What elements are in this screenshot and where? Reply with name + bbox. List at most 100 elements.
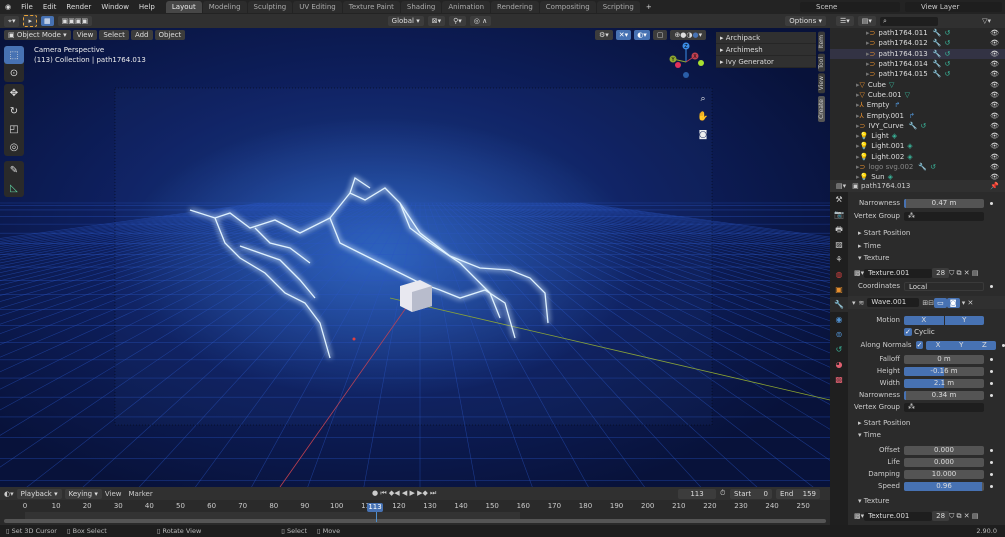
stopwatch-icon[interactable]: ⏱ [720, 489, 725, 498]
marker-menu[interactable]: Marker [129, 490, 153, 498]
current-frame-field[interactable]: 113 [678, 489, 716, 499]
keying-menu[interactable]: Keying ▾ [64, 488, 102, 499]
transform-orientation-dropdown[interactable]: Global ▾ [387, 16, 424, 26]
start-position-section[interactable]: ▸ Start Position [858, 229, 910, 237]
outliner-item[interactable]: ▸ ⊃ path1764.012 🔧 ↺ 👁 [830, 38, 1005, 48]
keyframe-dot[interactable] [990, 448, 993, 452]
visibility-eye-icon[interactable]: 👁 [990, 91, 999, 99]
outliner-item[interactable]: ▸ ⊃ IVY_Curve 🔧 ↺ 👁 [830, 121, 1005, 131]
camera-view-icon[interactable]: ◙ [697, 126, 709, 144]
select-mode-extend-icon[interactable]: ▣▣▣▣ [57, 16, 93, 26]
view-menu[interactable]: View [105, 490, 122, 498]
offset-field[interactable]: 0.000 [904, 445, 984, 455]
keyframe-dot[interactable] [990, 369, 993, 373]
gizmo-toggle-icon[interactable]: ✕▾ [615, 30, 632, 40]
modifier-tab-icon[interactable]: 🔧 [830, 297, 848, 312]
texture-section[interactable]: ▾ Texture [858, 497, 889, 505]
texture-actions[interactable]: ⛉ ⧉ ✕ ▤ [949, 512, 978, 521]
keyframe-dot[interactable] [990, 460, 993, 464]
scene-tab-icon[interactable]: ⚘ [830, 252, 848, 267]
visibility-eye-icon[interactable]: 👁 [990, 153, 999, 161]
material-tab-icon[interactable]: ◕ [830, 357, 848, 372]
texture-tab-icon[interactable]: ▩ [830, 372, 848, 387]
axis-z[interactable]: Z [973, 341, 996, 350]
width-field[interactable]: 2.1 m [904, 378, 984, 388]
playback-controls[interactable]: ● ⏮ ◆◀ ◀ ▶ ▶◆ ⏭ [372, 489, 436, 498]
vertex-group-field[interactable]: ⁂ [904, 211, 984, 221]
particles-tab-icon[interactable]: ◉ [830, 312, 848, 327]
outliner-item[interactable]: ▸ ⊃ path1764.013 🔧 ↺ 👁 [830, 48, 1005, 59]
texture-section[interactable]: ▾ Texture [858, 254, 889, 262]
panel-archimesh[interactable]: ▸ Archimesh [716, 44, 816, 56]
outliner-item[interactable]: ▸ 💡 Light.001 ◈ 👁 [830, 141, 1005, 151]
start-frame-field[interactable]: Start 0 [730, 489, 772, 499]
outliner-item[interactable]: ▸ ▽ Cube ▽ 👁 [830, 79, 1005, 89]
filter-icon[interactable]: ▽▾ [982, 17, 991, 25]
outliner-search-input[interactable]: ⌕ [879, 16, 938, 26]
tab-uv-editing[interactable]: UV Editing [293, 1, 342, 13]
tab-modeling[interactable]: Modeling [202, 1, 247, 13]
display-mode-icon[interactable]: ☰▾ [836, 16, 854, 26]
measure-tool-icon[interactable]: ◺ [4, 179, 24, 197]
keyframe-dot[interactable] [990, 472, 993, 476]
frame-ruler[interactable]: 0102030405060708090100110120130140150160… [0, 500, 830, 512]
annotate-tool-icon[interactable]: ✎ [4, 161, 24, 179]
outliner-item[interactable]: ▸ ⊃ path1764.014 🔧 ↺ 👁 [830, 59, 1005, 69]
outliner-item[interactable]: ▸ ⊃ path1764.015 🔧 ↺ 👁 [830, 69, 1005, 79]
world-tab-icon[interactable]: ◍ [830, 267, 848, 282]
tab-shading[interactable]: Shading [400, 1, 442, 13]
tab-compositing[interactable]: Compositing [539, 1, 596, 13]
visibility-eye-icon[interactable]: 👁 [990, 29, 999, 37]
narrowness-field[interactable]: 0.47 m [904, 198, 984, 208]
view-menu[interactable]: View [72, 30, 98, 40]
navigation-gizmo[interactable]: Z X Y [668, 40, 712, 84]
tab-sculpting[interactable]: Sculpting [247, 1, 293, 13]
move-tool-icon[interactable]: ✥ [4, 84, 24, 102]
panel-archipack[interactable]: ▸ Archipack [716, 32, 816, 44]
transform-tool-icon[interactable]: ◎ [4, 138, 24, 156]
select-box-tool-icon[interactable]: ⬚ [4, 46, 24, 64]
visibility-eye-icon[interactable]: 👁 [990, 142, 999, 150]
add-menu[interactable]: Add [130, 30, 153, 40]
motion-x[interactable]: X [904, 316, 944, 325]
sidebar-tab-tool[interactable]: Tool [818, 53, 825, 72]
tool-tab-icon[interactable]: ⚒ [830, 192, 848, 207]
narrowness-field[interactable]: 0.34 m [904, 390, 984, 400]
visibility-eye-icon[interactable]: 👁 [990, 60, 999, 68]
speed-field[interactable]: 0.96 [904, 481, 984, 491]
editor-type-icon[interactable]: ▤▾ [836, 182, 846, 190]
outliner-item[interactable]: ▸ ⅄ Empty.001 ↱ 👁 [830, 110, 1005, 120]
select-menu[interactable]: Select [99, 30, 129, 40]
modifier-toggles[interactable]: ⊞⊟ ▭ ◙ ▾ ✕ [922, 297, 973, 308]
damping-field[interactable]: 10.000 [904, 469, 984, 479]
texture-actions[interactable]: ⛉ ⧉ ✕ ▤ [949, 269, 978, 278]
texture-name[interactable]: Texture.001 [864, 511, 933, 521]
keyframe-dot[interactable] [990, 201, 993, 205]
playhead-frame-label[interactable]: 113 [367, 503, 383, 512]
outliner-item[interactable]: ▸ ⊃ logo svg.002 🔧 ↺ 👁 [830, 162, 1005, 172]
end-frame-field[interactable]: End 159 [776, 489, 820, 499]
playback-menu[interactable]: Playback ▾ [16, 488, 62, 499]
select-tool-icon[interactable]: ▸ [23, 15, 37, 27]
outliner-item[interactable]: ▸ 💡 Light ◈ 👁 [830, 131, 1005, 141]
menu-window[interactable]: Window [96, 3, 134, 11]
pin-icon[interactable]: 📌 [990, 182, 999, 190]
panel-ivy-generator[interactable]: ▸ Ivy Generator [716, 56, 816, 68]
editor-type-icon[interactable]: ◐▾ [4, 490, 14, 498]
keyframe-dot[interactable] [990, 393, 993, 397]
modifier-name-input[interactable]: Wave.001 [867, 298, 920, 307]
sidebar-tab-view[interactable]: View [818, 73, 825, 94]
overlay-toggle-icon[interactable]: ◐▾ [634, 30, 650, 40]
motion-y[interactable]: Y [943, 315, 985, 325]
outliner-item[interactable]: ▸ ▽ Cube.001 ▽ 👁 [830, 90, 1005, 100]
view-layer-tab-icon[interactable]: ▨ [830, 237, 848, 252]
mode-dropdown[interactable]: ▣ Object Mode ▾ [4, 30, 71, 40]
tab-scripting[interactable]: Scripting [596, 1, 640, 13]
add-workspace-button[interactable]: + [641, 3, 657, 11]
timeline-scrollbar[interactable] [4, 519, 826, 523]
object-menu[interactable]: Object [154, 30, 186, 40]
visibility-eye-icon[interactable]: 👁 [990, 163, 999, 171]
texture-name[interactable]: Texture.001 [864, 268, 933, 278]
select-mode-new-icon[interactable]: ▦ [40, 16, 54, 26]
view-layer-selector[interactable]: View Layer [905, 2, 1002, 12]
